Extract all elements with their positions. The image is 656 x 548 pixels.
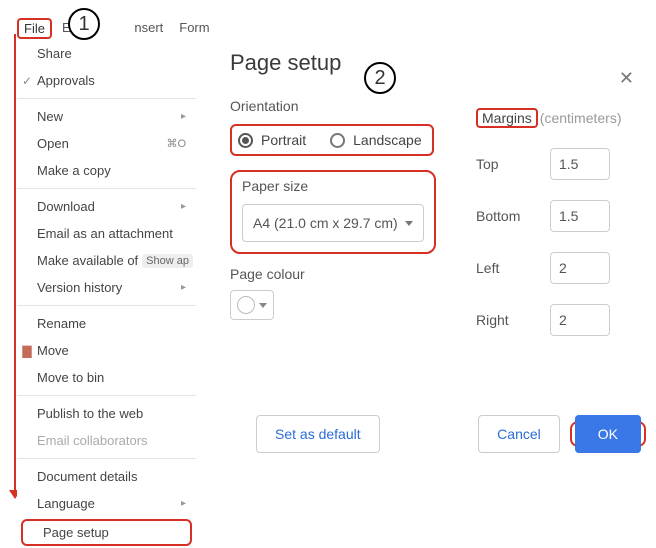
radio-portrait[interactable]: Portrait bbox=[238, 132, 306, 148]
close-icon[interactable]: ✕ bbox=[619, 68, 634, 89]
paper-size-label: Paper size bbox=[242, 178, 424, 194]
margin-top-label: Top bbox=[476, 156, 536, 172]
menu-item-move[interactable]: ▇Move bbox=[17, 337, 196, 364]
margins-label: Margins bbox=[476, 108, 538, 128]
menu-item-email-attachment[interactable]: Email as an attachment bbox=[17, 220, 196, 247]
margins-group: Margins (centimeters) Top Bottom Left Ri… bbox=[476, 108, 646, 336]
margin-left-input[interactable] bbox=[550, 252, 610, 284]
menu-item-make-available[interactable]: Make available ofShow ap bbox=[17, 247, 196, 274]
paper-size-group: Paper size A4 (21.0 cm x 29.7 cm) bbox=[230, 170, 436, 254]
menubar: File Edit nsert Form bbox=[17, 18, 216, 39]
menu-item-download[interactable]: Download▸ bbox=[17, 193, 196, 220]
menu-insert[interactable]: nsert bbox=[128, 18, 169, 39]
ok-button[interactable]: OK bbox=[575, 415, 641, 453]
show-app-badge: Show ap bbox=[142, 254, 193, 268]
annotation-2: 2 bbox=[364, 62, 396, 94]
chevron-right-icon: ▸ bbox=[181, 498, 186, 509]
approvals-icon: ✓ bbox=[20, 74, 34, 88]
margin-left-label: Left bbox=[476, 260, 536, 276]
margin-right-input[interactable] bbox=[550, 304, 610, 336]
margin-bottom-input[interactable] bbox=[550, 200, 610, 232]
ok-highlight: OK bbox=[570, 421, 646, 447]
menu-item-language[interactable]: Language▸ bbox=[17, 490, 196, 517]
file-dropdown: Share ✓Approvals New▸ Open⌘O Make a copy… bbox=[17, 40, 196, 548]
chevron-down-icon bbox=[405, 221, 413, 226]
cancel-button[interactable]: Cancel bbox=[478, 415, 560, 453]
colour-swatch-icon bbox=[237, 296, 255, 314]
dialog-title: Page setup bbox=[230, 50, 640, 76]
menu-item-page-setup[interactable]: Page setup bbox=[21, 519, 192, 546]
shortcut-label: ⌘O bbox=[166, 137, 186, 150]
menu-item-make-copy[interactable]: Make a copy bbox=[17, 157, 196, 184]
margin-top-input[interactable] bbox=[550, 148, 610, 180]
orientation-group: Portrait Landscape bbox=[230, 124, 434, 156]
radio-landscape[interactable]: Landscape bbox=[330, 132, 422, 148]
menu-item-publish[interactable]: Publish to the web bbox=[17, 400, 196, 427]
menu-item-email-collaborators: Email collaborators bbox=[17, 427, 196, 454]
dialog-button-row: Set as default Cancel OK bbox=[256, 415, 646, 453]
menu-item-version-history[interactable]: Version history▸ bbox=[17, 274, 196, 301]
menu-item-move-bin[interactable]: Move to bin bbox=[17, 364, 196, 391]
menu-item-new[interactable]: New▸ bbox=[17, 103, 196, 130]
menu-file[interactable]: File bbox=[17, 18, 52, 39]
menu-item-share[interactable]: Share bbox=[17, 40, 196, 67]
chevron-down-icon bbox=[259, 303, 267, 308]
margin-right-label: Right bbox=[476, 312, 536, 328]
chevron-right-icon: ▸ bbox=[181, 282, 186, 293]
page-colour-select[interactable] bbox=[230, 290, 274, 320]
menu-form[interactable]: Form bbox=[173, 18, 215, 39]
menu-item-document-details[interactable]: Document details bbox=[17, 463, 196, 490]
menu-item-approvals[interactable]: ✓Approvals bbox=[17, 67, 196, 94]
chevron-right-icon: ▸ bbox=[181, 111, 186, 122]
annotation-arrow-line bbox=[14, 34, 16, 494]
paper-size-select[interactable]: A4 (21.0 cm x 29.7 cm) bbox=[242, 204, 424, 242]
chevron-right-icon: ▸ bbox=[181, 201, 186, 212]
menu-item-open[interactable]: Open⌘O bbox=[17, 130, 196, 157]
set-default-button[interactable]: Set as default bbox=[256, 415, 380, 453]
margin-bottom-label: Bottom bbox=[476, 208, 536, 224]
menu-item-rename[interactable]: Rename bbox=[17, 310, 196, 337]
folder-icon: ▇ bbox=[20, 344, 34, 358]
margins-unit: (centimeters) bbox=[540, 110, 622, 126]
annotation-1: 1 bbox=[68, 8, 100, 40]
